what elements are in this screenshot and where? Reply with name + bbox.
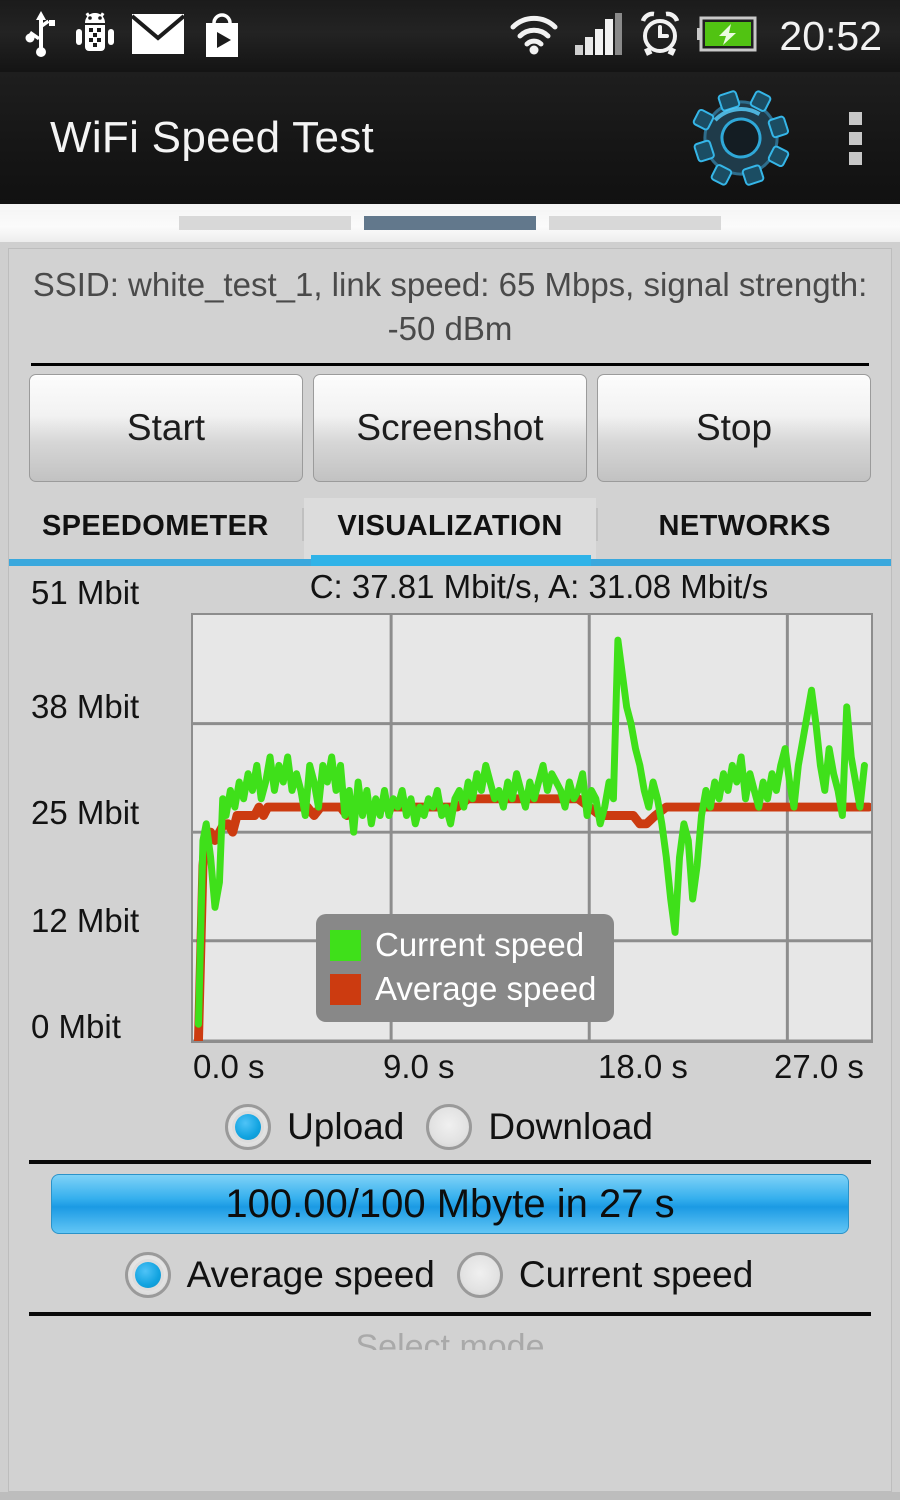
start-button[interactable]: Start	[29, 374, 303, 482]
page-indicator-dot-2[interactable]	[549, 216, 721, 230]
radio-current-speed-label: Current speed	[518, 1254, 754, 1295]
radio-average-speed[interactable]: Average speed	[124, 1252, 457, 1298]
radio-upload-button[interactable]	[225, 1104, 272, 1150]
legend-swatch-average	[330, 973, 361, 1005]
tab-speedometer[interactable]: SPEEDOMETER	[9, 498, 302, 559]
stop-button[interactable]: Stop	[597, 374, 871, 482]
status-bar-left-icons	[0, 10, 242, 62]
radio-average-speed-button[interactable]	[124, 1252, 171, 1298]
cellular-signal-icon	[575, 12, 623, 60]
status-bar-clock: 20:52	[779, 12, 882, 59]
overflow-menu-icon[interactable]	[848, 111, 862, 165]
tab-active-indicator	[311, 555, 591, 566]
play-store-icon	[202, 11, 242, 62]
legend-label-average: Average speed	[375, 970, 597, 1007]
select-mode-label: Select mode	[355, 1328, 545, 1350]
page-indicator-dot-1[interactable]	[364, 216, 536, 230]
tab-underline	[9, 555, 891, 566]
legend-item-current: Current speed	[330, 924, 596, 966]
status-bar: 20:52	[0, 0, 900, 72]
radio-upload-label: Upload	[287, 1106, 405, 1147]
radio-download-label: Download	[488, 1106, 653, 1147]
y-tick-label-25: 25 Mbit	[31, 794, 140, 831]
screenshot-button[interactable]: Screenshot	[313, 374, 587, 482]
action-button-row: Start Screenshot Stop	[9, 366, 891, 482]
transfer-progress-bar[interactable]: 100.00/100 Mbyte in 27 s	[51, 1174, 849, 1234]
x-tick-label-27: 27.0 s	[774, 1048, 864, 1085]
mail-icon	[130, 13, 186, 59]
page-indicator	[0, 204, 900, 242]
alarm-icon	[637, 11, 683, 62]
app-root: 20:52 WiFi Speed Test SSID: white_test_1…	[0, 0, 900, 1500]
usb-icon	[24, 10, 58, 62]
chart-title: C: 37.81 Mbit/s, A: 31.08 Mbit/s	[309, 568, 769, 605]
direction-radio-group: Upload Download	[9, 1096, 891, 1150]
y-tick-label-51: 51 Mbit	[31, 574, 140, 611]
chart-legend: Current speed Average speed	[316, 914, 615, 1022]
app-title: WiFi Speed Test	[50, 113, 375, 162]
y-tick-label-12: 12 Mbit	[31, 902, 140, 939]
progress-wrapper: 100.00/100 Mbyte in 27 s	[9, 1164, 891, 1234]
tab-networks[interactable]: NETWORKS	[598, 498, 891, 559]
page-indicator-dot-0[interactable]	[179, 216, 351, 230]
content-card: SSID: white_test_1, link speed: 65 Mbps,…	[8, 248, 892, 1492]
status-bar-right-icons: 20:52	[507, 11, 900, 62]
x-tick-label-0: 0.0 s	[193, 1048, 265, 1085]
action-bar: WiFi Speed Test	[0, 72, 900, 204]
radio-current-speed[interactable]: Current speed	[456, 1252, 775, 1298]
x-tick-label-18: 18.0 s	[598, 1048, 688, 1085]
legend-item-average: Average speed	[330, 968, 596, 1010]
tab-bar: SPEEDOMETER VISUALIZATION NETWORKS	[9, 498, 891, 559]
gear-logo-icon	[682, 85, 800, 191]
y-tick-label-38: 38 Mbit	[31, 688, 140, 725]
radio-download-button[interactable]	[426, 1104, 473, 1150]
ssid-info-text: SSID: white_test_1, link speed: 65 Mbps,…	[32, 266, 868, 347]
tab-visualization[interactable]: VISUALIZATION	[303, 498, 597, 559]
y-tick-label-0: 0 Mbit	[31, 1008, 121, 1045]
radio-download[interactable]: Download	[426, 1104, 675, 1150]
battery-charging-icon	[697, 16, 759, 57]
android-debug-icon	[76, 11, 114, 62]
mode-radio-group: Average speed Current speed	[9, 1234, 891, 1298]
legend-label-current: Current speed	[375, 926, 585, 963]
radio-current-speed-button[interactable]	[456, 1252, 503, 1298]
radio-average-speed-label: Average speed	[186, 1254, 435, 1295]
bottom-edge	[0, 1492, 900, 1500]
speed-chart: C: 37.81 Mbit/s, A: 31.08 Mbit/s 51 Mbit…	[9, 566, 891, 1096]
x-tick-label-9: 9.0 s	[383, 1048, 455, 1085]
radio-upload[interactable]: Upload	[225, 1104, 426, 1150]
legend-swatch-current	[330, 929, 361, 961]
wifi-icon	[507, 13, 561, 60]
